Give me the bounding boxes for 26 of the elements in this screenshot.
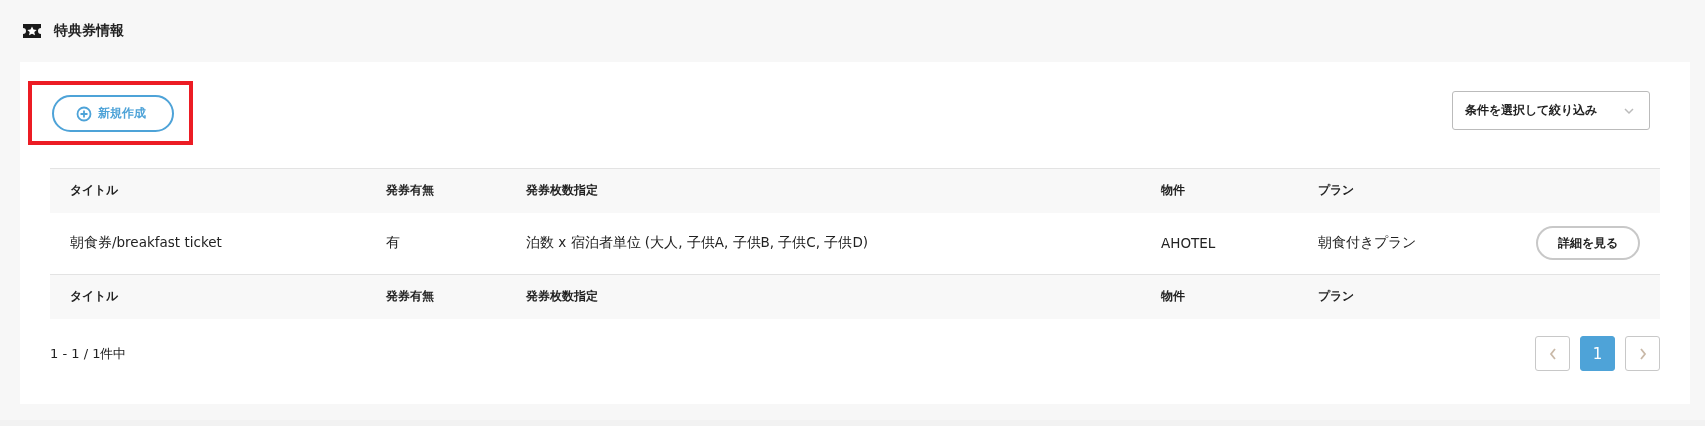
table-cell: 朝食券/breakfast ticket (50, 212, 385, 275)
page-title: 特典券情報 (54, 22, 124, 40)
column-footer: 発券枚数指定 (525, 274, 1160, 319)
result-count: 1 - 1 / 1件中 (50, 344, 127, 363)
plus-icon (76, 105, 92, 122)
next-page-button[interactable] (1625, 336, 1660, 371)
column-footer: 物件 (1160, 274, 1317, 319)
column-header: タイトル (50, 168, 385, 213)
column-footer: タイトル (50, 274, 385, 319)
column-header: 物件 (1160, 168, 1317, 213)
table-cell: 泊数 x 宿泊者単位 (大人, 子供A, 子供B, 子供C, 子供D) (525, 212, 1160, 275)
chevron-right-icon (1637, 346, 1648, 361)
table-cell: 朝食付きプラン (1317, 212, 1519, 275)
table-cell: AHOTEL (1160, 212, 1317, 275)
previous-page-button[interactable] (1535, 336, 1570, 371)
column-header: 発券枚数指定 (525, 168, 1160, 213)
ticket-star-icon (22, 23, 42, 39)
column-footer: プラン (1317, 274, 1519, 319)
details-button[interactable]: 詳細を見る (1536, 226, 1640, 261)
caret-icon (1623, 106, 1635, 115)
filter-dropdown[interactable]: 条件を選択して絞り込み (1452, 91, 1650, 130)
column-header: プラン (1317, 168, 1519, 213)
column-header: 発券有無 (385, 168, 525, 213)
column-footer: 発券有無 (385, 274, 525, 319)
table-cell: 有 (385, 212, 525, 275)
chevron-left-icon (1547, 346, 1558, 361)
